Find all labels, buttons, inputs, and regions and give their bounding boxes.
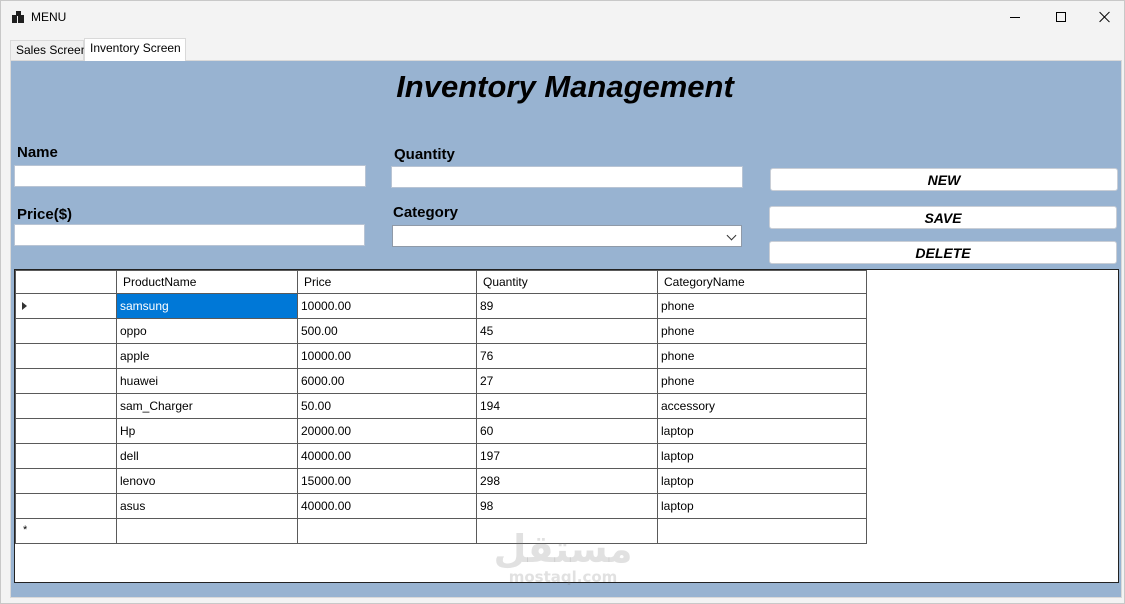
table-row[interactable]: samsung 10000.00 89 phone — [15, 293, 867, 319]
row-header[interactable] — [15, 293, 117, 319]
name-field[interactable] — [14, 165, 366, 187]
cell-categoryname[interactable]: laptop — [657, 493, 867, 519]
table-row[interactable]: apple 10000.00 76 phone — [15, 343, 867, 369]
cell-price[interactable]: 40000.00 — [297, 493, 477, 519]
cell-categoryname[interactable]: phone — [657, 293, 867, 319]
table-row[interactable]: Hp 20000.00 60 laptop — [15, 418, 867, 444]
watermark: مستقل mostaql.com — [493, 529, 633, 585]
cell-quantity[interactable]: 27 — [476, 368, 658, 394]
new-button[interactable]: NEW — [770, 168, 1118, 191]
cell-quantity[interactable]: 60 — [476, 418, 658, 444]
cell-quantity[interactable]: 89 — [476, 293, 658, 319]
row-header[interactable] — [15, 493, 117, 519]
maximize-icon — [1056, 12, 1066, 22]
inventory-panel: Inventory Management Name Quantity Price… — [10, 60, 1122, 598]
minimize-icon — [1010, 16, 1020, 18]
cell-categoryname[interactable]: phone — [657, 343, 867, 369]
cell-productname[interactable]: lenovo — [116, 468, 298, 494]
cell-price[interactable] — [297, 518, 477, 544]
cell-productname[interactable]: Hp — [116, 418, 298, 444]
app-icon — [12, 11, 24, 23]
cell-quantity[interactable]: 76 — [476, 343, 658, 369]
cell-categoryname[interactable]: laptop — [657, 468, 867, 494]
chevron-down-icon — [726, 230, 737, 241]
cell-quantity[interactable]: 298 — [476, 468, 658, 494]
app-window: MENU Sales Screen Inventory Screen Inven… — [0, 0, 1125, 604]
cell-productname[interactable]: samsung — [116, 293, 298, 319]
tab-sales-screen[interactable]: Sales Screen — [10, 40, 87, 60]
cell-categoryname[interactable]: accessory — [657, 393, 867, 419]
cell-categoryname[interactable]: laptop — [657, 443, 867, 469]
cell-price[interactable]: 20000.00 — [297, 418, 477, 444]
table-row[interactable]: sam_Charger 50.00 194 accessory — [15, 393, 867, 419]
maximize-button[interactable] — [1038, 1, 1084, 33]
cell-productname[interactable]: oppo — [116, 318, 298, 344]
quantity-label: Quantity — [394, 146, 455, 163]
category-dropdown[interactable] — [392, 225, 742, 247]
delete-button[interactable]: DELETE — [769, 241, 1117, 264]
cell-price[interactable]: 10000.00 — [297, 293, 477, 319]
category-label: Category — [393, 204, 459, 221]
watermark-arabic: مستقل — [493, 527, 633, 571]
cell-categoryname[interactable]: phone — [657, 368, 867, 394]
close-icon — [1099, 11, 1111, 23]
table-row[interactable]: lenovo 15000.00 298 laptop — [15, 468, 867, 494]
cell-price[interactable]: 500.00 — [297, 318, 477, 344]
cell-price[interactable]: 40000.00 — [297, 443, 477, 469]
page-title: Inventory Management — [396, 69, 734, 104]
cell-quantity[interactable]: 197 — [476, 443, 658, 469]
cell-quantity[interactable]: 194 — [476, 393, 658, 419]
cell-categoryname[interactable]: laptop — [657, 418, 867, 444]
tab-inventory-screen[interactable]: Inventory Screen — [84, 38, 186, 61]
cell-price[interactable]: 50.00 — [297, 393, 477, 419]
column-header-categoryname[interactable]: CategoryName — [657, 270, 867, 294]
table-row[interactable]: oppo 500.00 45 phone — [15, 318, 867, 344]
header-row: ProductName Price Quantity CategoryName — [15, 270, 867, 294]
price-label: Price($) — [17, 206, 73, 223]
minimize-button[interactable] — [992, 1, 1038, 33]
column-header-productname[interactable]: ProductName — [116, 270, 298, 294]
row-header[interactable] — [15, 468, 117, 494]
cell-price[interactable]: 10000.00 — [297, 343, 477, 369]
cell-productname[interactable]: huawei — [116, 368, 298, 394]
row-header[interactable] — [15, 368, 117, 394]
cell-productname[interactable] — [116, 518, 298, 544]
cell-price[interactable]: 15000.00 — [297, 468, 477, 494]
row-header[interactable] — [15, 418, 117, 444]
column-header-price[interactable]: Price — [297, 270, 477, 294]
cell-categoryname[interactable] — [657, 518, 867, 544]
price-field[interactable] — [14, 224, 365, 246]
cell-productname[interactable]: sam_Charger — [116, 393, 298, 419]
inventory-table: ProductName Price Quantity CategoryName … — [15, 270, 867, 544]
new-row[interactable]: * — [15, 518, 867, 544]
watermark-latin: mostaql.com — [508, 568, 618, 586]
row-header[interactable] — [15, 393, 117, 419]
current-row-arrow-icon — [22, 302, 27, 310]
quantity-field[interactable] — [391, 166, 743, 188]
cell-productname[interactable]: apple — [116, 343, 298, 369]
row-header-corner[interactable] — [15, 270, 117, 294]
cell-quantity[interactable]: 98 — [476, 493, 658, 519]
close-button[interactable] — [1082, 1, 1125, 33]
row-header[interactable]: * — [15, 518, 117, 544]
table-row[interactable]: dell 40000.00 197 laptop — [15, 443, 867, 469]
table-row[interactable]: huawei 6000.00 27 phone — [15, 368, 867, 394]
window-title: MENU — [31, 10, 67, 24]
row-header[interactable] — [15, 318, 117, 344]
title-bar[interactable]: MENU — [1, 1, 1124, 33]
name-label: Name — [17, 144, 58, 161]
cell-price[interactable]: 6000.00 — [297, 368, 477, 394]
cell-quantity[interactable]: 45 — [476, 318, 658, 344]
cell-productname[interactable]: asus — [116, 493, 298, 519]
new-row-marker: * — [23, 524, 28, 536]
cell-categoryname[interactable]: phone — [657, 318, 867, 344]
table-row[interactable]: asus 40000.00 98 laptop — [15, 493, 867, 519]
row-header[interactable] — [15, 443, 117, 469]
cell-productname[interactable]: dell — [116, 443, 298, 469]
save-button[interactable]: SAVE — [769, 206, 1117, 229]
row-header[interactable] — [15, 343, 117, 369]
column-header-quantity[interactable]: Quantity — [476, 270, 658, 294]
